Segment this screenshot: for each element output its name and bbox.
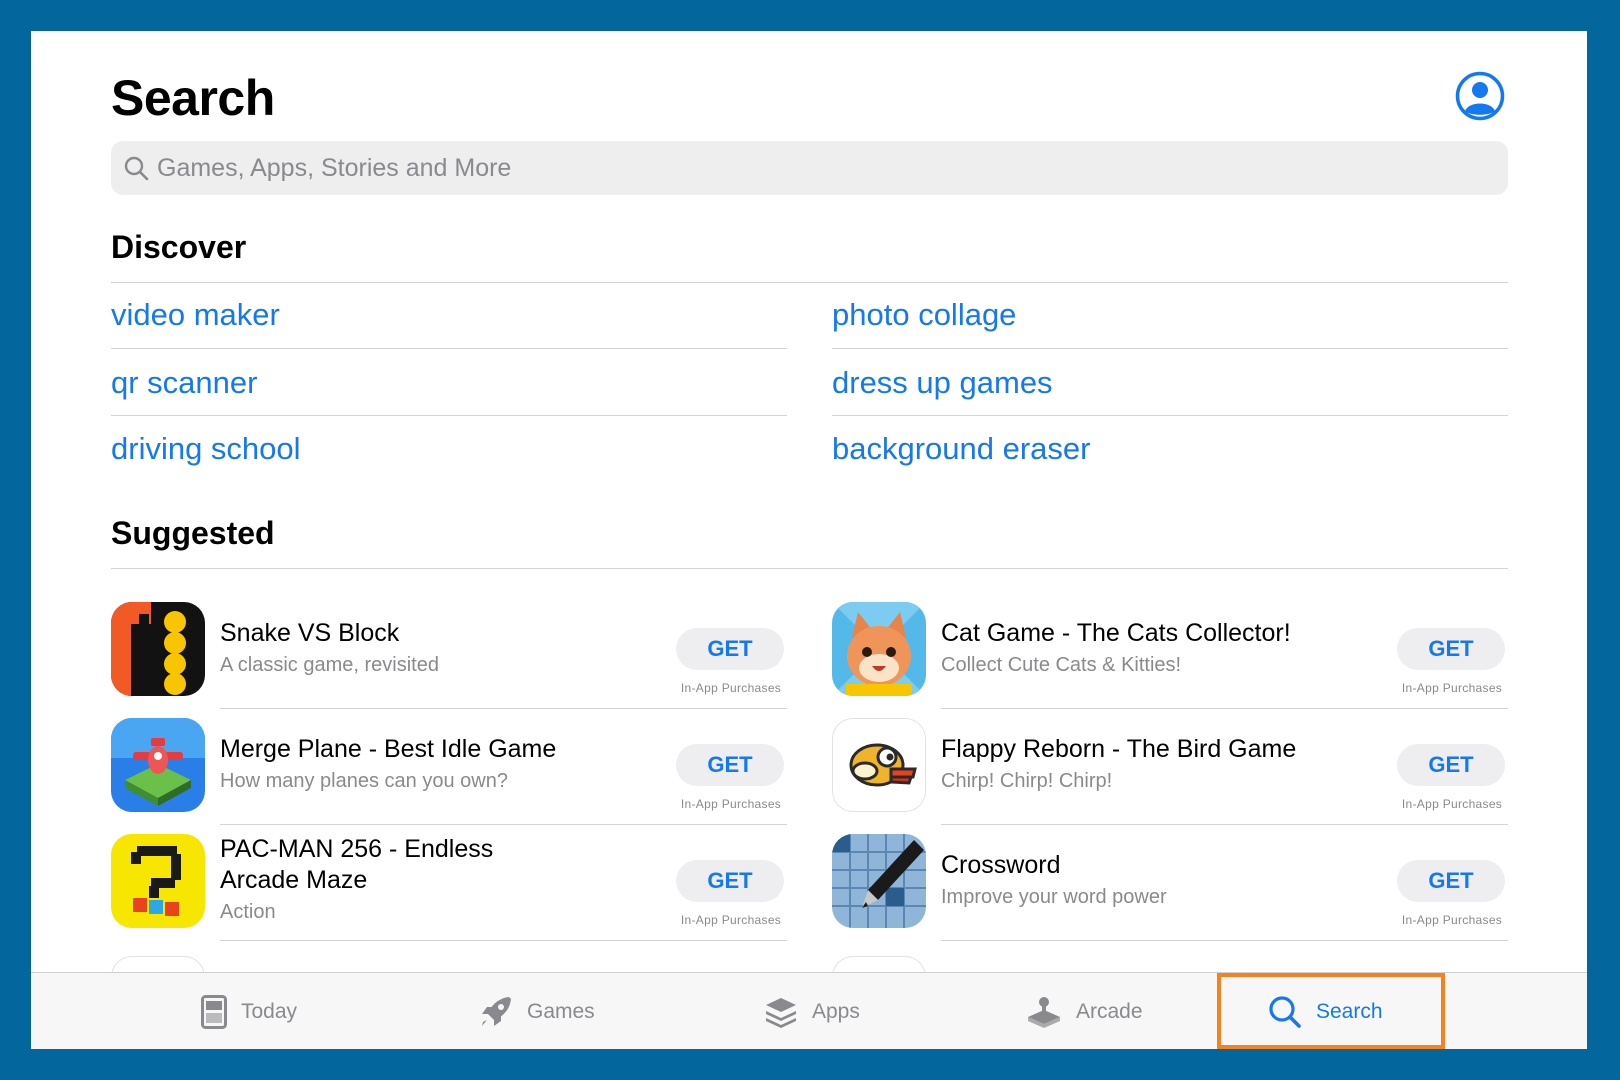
divider bbox=[111, 568, 1508, 569]
tab-today[interactable]: Today bbox=[201, 973, 297, 1049]
suggested-app-row[interactable]: Crossword Improve your word power GET In… bbox=[832, 834, 1508, 944]
divider bbox=[941, 708, 1508, 709]
in-app-purchases-note: In-App Purchases bbox=[680, 681, 782, 695]
tab-games[interactable]: Games bbox=[479, 973, 595, 1049]
suggested-heading: Suggested bbox=[111, 515, 275, 551]
get-button[interactable]: GET bbox=[676, 860, 784, 902]
divider bbox=[111, 282, 1508, 283]
divider bbox=[941, 824, 1508, 825]
today-icon bbox=[201, 994, 227, 1029]
app-name: Flappy Reborn - The Bird Game bbox=[941, 735, 1297, 763]
app-subtitle: Improve your word power bbox=[941, 886, 1167, 908]
suggested-app-row[interactable]: PAC-MAN 256 - Endless Arcade Maze Action… bbox=[111, 834, 787, 944]
app-subtitle: Collect Cute Cats & Kitties! bbox=[941, 654, 1182, 676]
get-button[interactable]: GET bbox=[1397, 860, 1505, 902]
app-name: PAC-MAN 256 - Endless Arcade Maze bbox=[220, 835, 494, 894]
highlight-annotation bbox=[1217, 973, 1445, 1049]
in-app-purchases-note: In-App Purchases bbox=[1401, 681, 1503, 695]
app-name: Crossword bbox=[941, 851, 1061, 879]
discover-link-qr-scanner[interactable]: qr scanner bbox=[111, 365, 257, 401]
app-name: Cat Game - The Cats Collector! bbox=[941, 619, 1291, 647]
get-button[interactable]: GET bbox=[1397, 628, 1505, 670]
tab-apps[interactable]: Apps bbox=[764, 973, 860, 1049]
app-subtitle: A classic game, revisited bbox=[220, 654, 439, 676]
magnifier-icon bbox=[124, 156, 149, 181]
app-subtitle: Chirp! Chirp! Chirp! bbox=[941, 770, 1113, 792]
page-title: Search bbox=[111, 70, 275, 126]
suggested-app-row[interactable]: Merge Plane - Best Idle Game How many pl… bbox=[111, 718, 787, 828]
discover-link-dress-up-games[interactable]: dress up games bbox=[832, 365, 1053, 401]
pac-man-256-icon bbox=[111, 834, 205, 928]
tab-bar: Today Games Apps Arcade Search bbox=[31, 972, 1587, 1049]
divider bbox=[111, 415, 787, 416]
discover-link-driving-school[interactable]: driving school bbox=[111, 431, 301, 467]
suggested-app-row[interactable]: Snake VS Block A classic game, revisited… bbox=[111, 602, 787, 712]
discover-link-photo-collage[interactable]: photo collage bbox=[832, 297, 1016, 333]
suggested-app-row[interactable]: Cat Game - The Cats Collector! Collect C… bbox=[832, 602, 1508, 712]
stack-layers-icon bbox=[766, 997, 796, 1028]
tab-label: Today bbox=[241, 999, 298, 1023]
rocket-icon bbox=[482, 996, 511, 1026]
divider bbox=[111, 348, 787, 349]
tab-label: Arcade bbox=[1076, 999, 1143, 1023]
in-app-purchases-note: In-App Purchases bbox=[680, 913, 782, 927]
get-button[interactable]: GET bbox=[676, 744, 784, 786]
app-name: Snake VS Block bbox=[220, 619, 400, 647]
app-name: Merge Plane - Best Idle Game bbox=[220, 735, 557, 763]
app-store-screen: Search Discover video maker qr scanner d… bbox=[31, 31, 1587, 1049]
app-subtitle: Action bbox=[220, 901, 276, 923]
joystick-icon bbox=[1028, 996, 1060, 1028]
divider bbox=[832, 415, 1508, 416]
in-app-purchases-note: In-App Purchases bbox=[680, 797, 782, 811]
merge-plane-icon bbox=[111, 718, 205, 812]
account-icon bbox=[1455, 71, 1505, 121]
account-button[interactable] bbox=[1455, 71, 1505, 121]
discover-heading: Discover bbox=[111, 229, 247, 265]
crossword-pen-icon bbox=[832, 834, 926, 928]
app-subtitle: How many planes can you own? bbox=[220, 770, 508, 792]
search-field[interactable] bbox=[111, 141, 1508, 195]
get-button[interactable]: GET bbox=[676, 628, 784, 670]
divider bbox=[832, 348, 1508, 349]
tab-label: Games bbox=[527, 999, 595, 1023]
divider bbox=[941, 940, 1508, 941]
flappy-bird-icon bbox=[832, 718, 926, 812]
divider bbox=[220, 940, 787, 941]
get-button[interactable]: GET bbox=[1397, 744, 1505, 786]
tab-arcade[interactable]: Arcade bbox=[1026, 973, 1143, 1049]
snake-vs-block-icon bbox=[111, 602, 205, 696]
discover-link-background-eraser[interactable]: background eraser bbox=[832, 431, 1091, 467]
in-app-purchases-note: In-App Purchases bbox=[1401, 913, 1503, 927]
cat-game-icon bbox=[832, 602, 926, 696]
in-app-purchases-note: In-App Purchases bbox=[1401, 797, 1503, 811]
divider bbox=[220, 824, 787, 825]
suggested-app-row[interactable]: Flappy Reborn - The Bird Game Chirp! Chi… bbox=[832, 718, 1508, 828]
divider bbox=[220, 708, 787, 709]
search-input[interactable] bbox=[157, 153, 1457, 183]
discover-link-video-maker[interactable]: video maker bbox=[111, 297, 280, 333]
tab-label: Apps bbox=[812, 999, 860, 1023]
